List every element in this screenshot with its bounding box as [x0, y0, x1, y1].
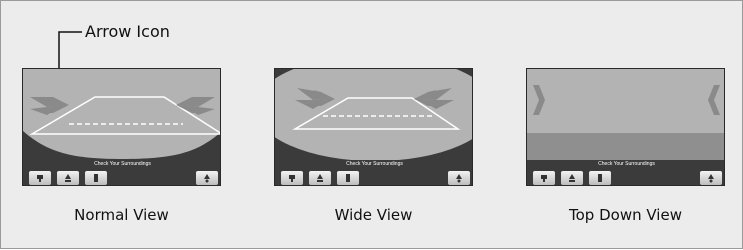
- normal-view-icon: [289, 175, 295, 182]
- wide-view-button[interactable]: [309, 171, 331, 185]
- wide-view-icon: [569, 174, 575, 182]
- camera-settings-button[interactable]: [196, 171, 218, 185]
- camera-settings-button[interactable]: [448, 171, 470, 185]
- caption-normal-view: Normal View: [74, 206, 169, 224]
- arrow-icon-callout-label: Arrow Icon: [85, 22, 170, 41]
- normal-view-icon: [541, 175, 547, 182]
- caption-wide-view: Wide View: [334, 206, 413, 224]
- diagram-frame: Arrow Icon Check Your Surroundings Norma…: [0, 0, 743, 249]
- camera-toolbar: [275, 169, 472, 185]
- wide-view-icon: [65, 174, 71, 182]
- top-down-view-icon: [94, 174, 98, 182]
- top-down-view-button[interactable]: [589, 171, 611, 185]
- camera-settings-button[interactable]: [700, 171, 722, 185]
- top-down-view-button[interactable]: [85, 171, 107, 185]
- camera-settings-icon: [456, 174, 462, 183]
- camera-settings-icon: [204, 174, 210, 183]
- camera-screen-normal: Check Your Surroundings: [22, 68, 221, 186]
- status-text: Check Your Surroundings: [527, 160, 724, 169]
- camera-screen-wide: Check Your Surroundings: [274, 68, 473, 186]
- top-down-view-icon: [346, 174, 350, 182]
- status-text: Check Your Surroundings: [275, 160, 472, 169]
- status-text: Check Your Surroundings: [23, 160, 220, 169]
- caption-top-down-view: Top Down View: [569, 206, 682, 224]
- camera-toolbar: [23, 169, 220, 185]
- camera-toolbar: [527, 169, 724, 185]
- top-down-view-icon: [598, 174, 602, 182]
- wide-view-icon: [317, 174, 323, 182]
- normal-view-button[interactable]: [533, 171, 555, 185]
- camera-settings-icon: [708, 174, 714, 183]
- normal-view-button[interactable]: [29, 171, 51, 185]
- normal-view-button[interactable]: [281, 171, 303, 185]
- top-down-view-button[interactable]: [337, 171, 359, 185]
- wide-view-button[interactable]: [561, 171, 583, 185]
- normal-view-icon: [37, 175, 43, 182]
- camera-screen-top-down: Check Your Surroundings: [526, 68, 725, 186]
- wide-view-button[interactable]: [57, 171, 79, 185]
